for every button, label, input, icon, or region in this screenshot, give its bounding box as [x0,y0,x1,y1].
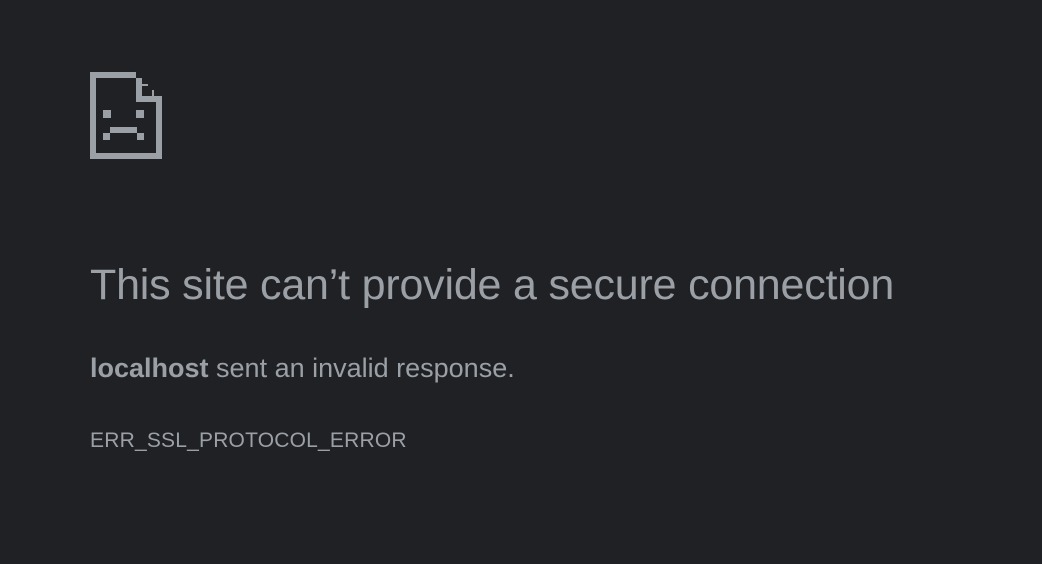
sad-page-icon [90,72,162,159]
error-code[interactable]: ERR_SSL_PROTOCOL_ERROR [90,427,407,455]
error-description: localhost sent an invalid response. [90,350,515,386]
error-host: localhost [90,353,209,383]
error-title: This site can’t provide a secure connect… [90,261,895,309]
error-description-text: sent an invalid response. [208,353,515,383]
